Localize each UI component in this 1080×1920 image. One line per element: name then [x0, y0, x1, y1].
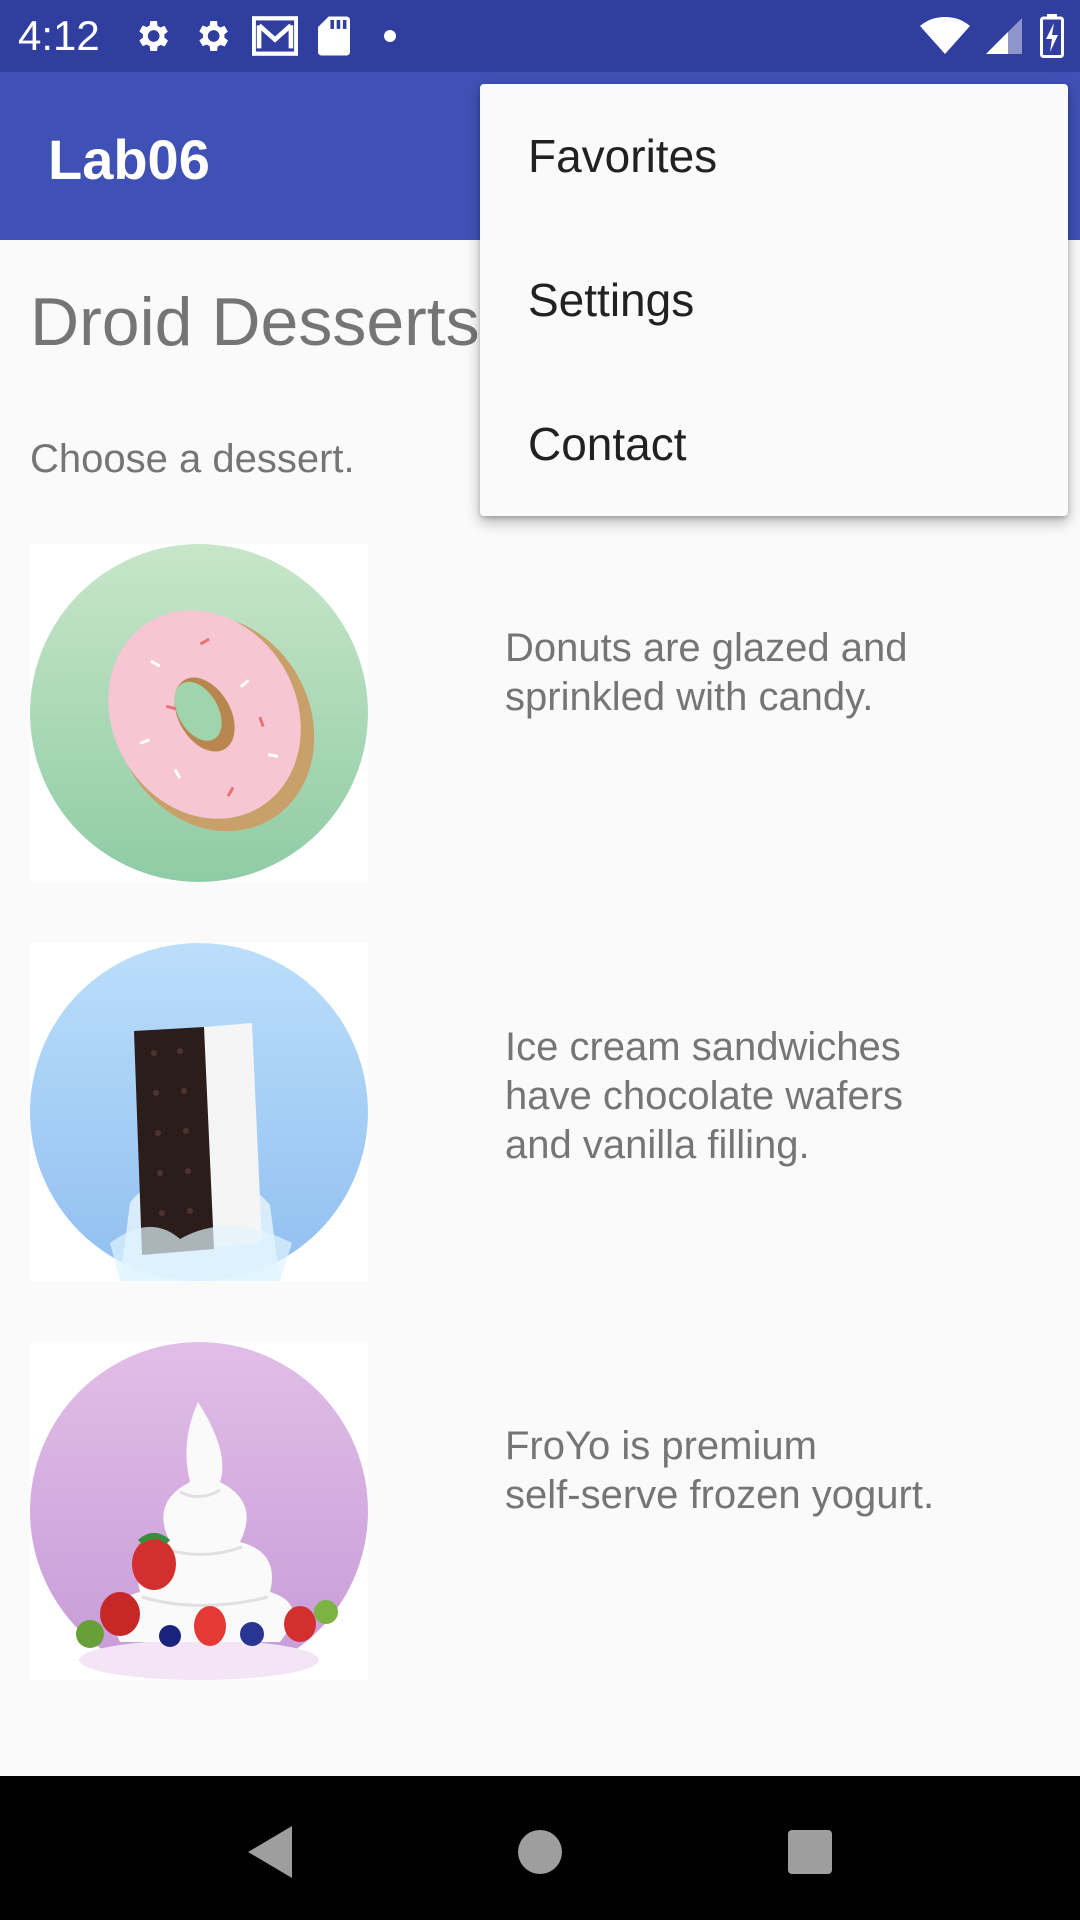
notification-icons	[132, 14, 410, 58]
froyo-image[interactable]	[30, 1342, 368, 1680]
gear-icon	[132, 16, 172, 56]
page-heading: Droid Desserts	[30, 284, 480, 360]
dessert-row-froyo: FroYo is premium self-serve frozen yogur…	[0, 1342, 1080, 1682]
ice-cream-sandwich-image[interactable]	[30, 943, 368, 1281]
cell-signal-icon	[986, 16, 1024, 56]
recents-icon[interactable]	[770, 1812, 850, 1892]
navigation-bar	[0, 1776, 1080, 1920]
menu-item-label: Contact	[528, 418, 687, 470]
dessert-row-ice-cream-sandwich: Ice cream sandwiches have chocolate wafe…	[0, 943, 1080, 1283]
status-time: 4:12	[18, 12, 100, 59]
app-title: Lab06	[48, 128, 210, 191]
dessert-row-donut: Donuts are glazed and sprinkled with can…	[0, 544, 1080, 884]
gmail-icon	[252, 16, 298, 56]
overflow-menu: Favorites Settings Contact	[480, 84, 1068, 516]
dot-icon	[370, 16, 410, 56]
menu-item-settings[interactable]: Settings	[480, 228, 1068, 372]
donut-image[interactable]	[30, 544, 368, 882]
home-icon[interactable]	[500, 1812, 580, 1892]
menu-item-contact[interactable]: Contact	[480, 372, 1068, 516]
system-icons	[920, 12, 1064, 60]
menu-item-label: Favorites	[528, 130, 718, 182]
gear-icon	[192, 16, 232, 56]
wifi-icon	[920, 16, 970, 56]
sd-card-icon	[318, 16, 350, 56]
battery-charging-icon	[1040, 14, 1064, 58]
froyo-description: FroYo is premium self-serve frozen yogur…	[505, 1424, 935, 1517]
status-bar: 4:12	[0, 0, 1080, 72]
menu-item-label: Settings	[528, 274, 695, 326]
donut-description: Donuts are glazed and sprinkled with can…	[505, 626, 908, 719]
back-icon[interactable]	[228, 1812, 308, 1892]
ice-cream-sandwich-description: Ice cream sandwiches have chocolate wafe…	[505, 1025, 904, 1167]
menu-item-favorites[interactable]: Favorites	[480, 84, 1068, 228]
page-subtitle: Choose a dessert.	[30, 437, 355, 481]
